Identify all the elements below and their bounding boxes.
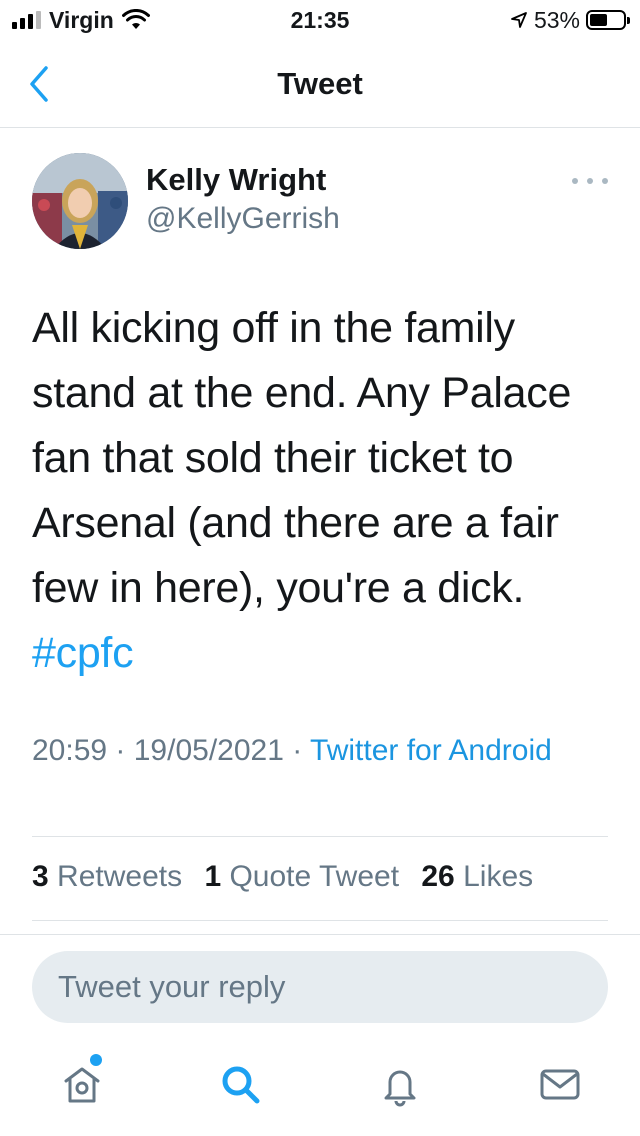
messages-icon[interactable] — [536, 1060, 584, 1108]
quotes-stat[interactable]: 1 Quote Tweet — [204, 860, 399, 893]
likes-label: Likes — [463, 860, 534, 893]
author-name[interactable]: Kelly Wright — [146, 162, 326, 198]
quotes-label: Quote Tweet — [229, 860, 400, 893]
new-tweets-indicator — [90, 1054, 102, 1066]
page-title: Tweet — [277, 66, 363, 101]
avatar[interactable] — [32, 153, 128, 249]
meta-separator: · — [107, 734, 134, 767]
meta-separator: · — [283, 734, 311, 767]
tweet-text: All kicking off in the family stand at t… — [32, 296, 612, 686]
likes-count: 26 — [421, 860, 455, 893]
likes-stat[interactable]: 26 Likes — [421, 860, 533, 893]
tweet-body: All kicking off in the family stand at t… — [32, 304, 572, 612]
divider — [32, 920, 608, 921]
divider — [32, 836, 608, 837]
nav-bar: Tweet — [0, 40, 640, 128]
notifications-icon[interactable] — [376, 1060, 424, 1108]
retweets-stat[interactable]: 3 Retweets — [32, 860, 182, 893]
battery-level — [590, 14, 607, 26]
author-handle[interactable]: @KellyGerrish — [146, 202, 340, 236]
tweet-date: 19/05/2021 — [133, 734, 284, 767]
tweet-time: 20:59 — [32, 734, 108, 767]
avatar-image — [32, 153, 128, 249]
retweets-count: 3 — [32, 860, 49, 893]
tweet-meta: 20:59 · 19/05/2021 · Twitter for Android — [32, 730, 612, 772]
home-icon[interactable] — [58, 1060, 106, 1108]
battery-icon — [586, 10, 630, 30]
tweet-stats: 3 Retweets 1 Quote Tweet 26 Likes — [32, 860, 547, 894]
more-options-icon[interactable] — [572, 170, 608, 192]
tweet-source-link[interactable]: Twitter for Android — [310, 734, 552, 767]
status-bar: Virgin 21:35 53% — [0, 0, 640, 40]
hashtag-link[interactable]: #cpfc — [32, 629, 134, 677]
location-icon — [511, 12, 527, 28]
reply-input[interactable]: Tweet your reply — [32, 951, 608, 1023]
status-right: 53% — [510, 6, 630, 34]
retweets-label: Retweets — [57, 860, 183, 893]
divider — [0, 934, 640, 935]
search-icon[interactable] — [216, 1060, 264, 1108]
quotes-count: 1 — [204, 860, 222, 893]
battery-percent: 53% — [533, 6, 580, 33]
